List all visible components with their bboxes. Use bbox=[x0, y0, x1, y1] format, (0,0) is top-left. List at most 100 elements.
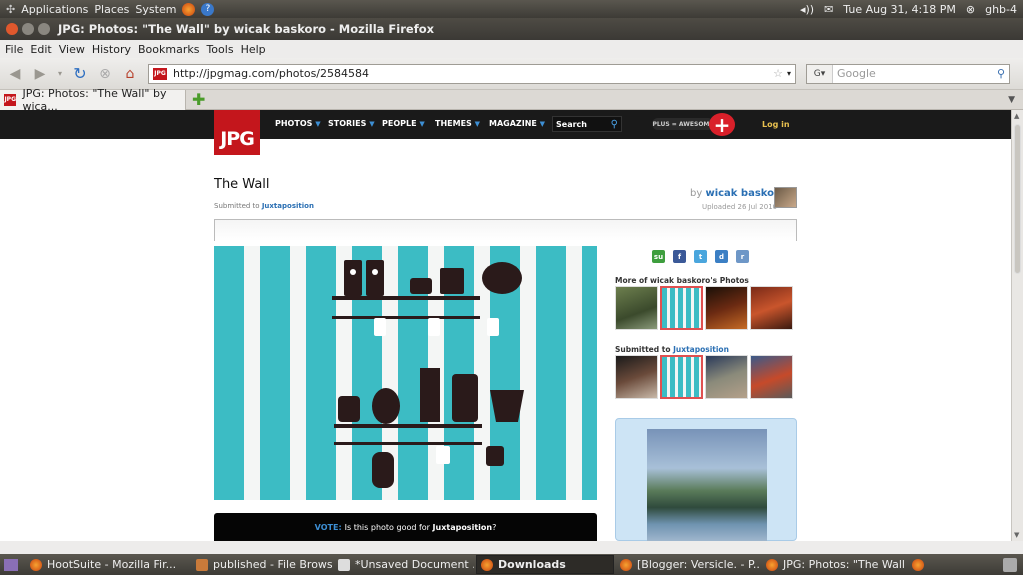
window-titlebar[interactable]: JPG: Photos: "The Wall" by wicak baskoro… bbox=[0, 18, 1023, 40]
delicious-icon[interactable]: d bbox=[715, 250, 728, 263]
gnome-foot-icon[interactable]: ✣ bbox=[6, 3, 15, 16]
taskbar-item-file-browser[interactable]: published - File Browser bbox=[192, 555, 332, 574]
bookmark-star-icon[interactable]: ☆ bbox=[773, 67, 783, 80]
menu-help[interactable]: Help bbox=[241, 43, 266, 56]
taskbar: HootSuite - Mozilla Fir... published - F… bbox=[0, 554, 1023, 575]
photo-thumbnail-current[interactable] bbox=[660, 355, 703, 399]
clock[interactable]: Tue Aug 31, 4:18 PM bbox=[843, 3, 956, 16]
stumbleupon-icon[interactable]: su bbox=[652, 250, 665, 263]
main-photo[interactable] bbox=[214, 246, 597, 500]
trash-icon[interactable] bbox=[1003, 557, 1017, 572]
tab-label: JPG: Photos: "The Wall" by wica... bbox=[22, 86, 167, 113]
firefox-icon bbox=[620, 558, 632, 571]
tab-jpg-photo[interactable]: JPG JPG: Photos: "The Wall" by wica... bbox=[0, 86, 186, 113]
url-dropdown-icon[interactable]: ▾ bbox=[787, 69, 791, 78]
photo-byline: by wicak baskoro bbox=[690, 188, 786, 199]
taskbar-item-jpg-photos[interactable]: JPG: Photos: "The Wall... bbox=[762, 555, 906, 574]
jpg-logo[interactable]: JPG bbox=[214, 110, 260, 155]
menu-history[interactable]: History bbox=[92, 43, 131, 56]
taskbar-item-downloads[interactable]: Downloads bbox=[476, 555, 614, 574]
top-panel: ✣ Applications Places System ? ◂)) ✉ Tue… bbox=[0, 0, 1023, 18]
navigation-toolbar: ◀ ▶ ▾ ↻ ⊗ ⌂ JPG http://jpgmag.com/photos… bbox=[0, 58, 1023, 90]
menu-bookmarks[interactable]: Bookmarks bbox=[138, 43, 199, 56]
scroll-thumb[interactable] bbox=[1014, 124, 1021, 274]
taskbar-item-hootsuite[interactable]: HootSuite - Mozilla Fir... bbox=[26, 555, 190, 574]
photo-toolbar bbox=[214, 219, 797, 241]
more-photos-heading: More of wicak baskoro's Photos bbox=[615, 276, 749, 285]
taskbar-item-unsaved-document[interactable]: *Unsaved Document ... bbox=[334, 555, 474, 574]
nav-people[interactable]: PEOPLE ▼ bbox=[382, 119, 425, 128]
menu-applications[interactable]: Applications bbox=[21, 3, 88, 16]
history-dropdown-icon[interactable]: ▾ bbox=[55, 64, 65, 84]
taskbar-item-firefox[interactable] bbox=[908, 555, 934, 574]
submitted-heading: Submitted to Juxtaposition bbox=[615, 345, 729, 354]
page-scrollbar[interactable]: ▲ ▼ bbox=[1011, 110, 1023, 541]
upload-date: Uploaded 26 Jul 2010 bbox=[702, 203, 778, 211]
new-tab-icon[interactable]: ✚ bbox=[192, 90, 205, 109]
menu-bar: File Edit View History Bookmarks Tools H… bbox=[0, 40, 1023, 58]
menu-edit[interactable]: Edit bbox=[30, 43, 51, 56]
search-bar[interactable]: G▾ Google ⚲ bbox=[806, 63, 1010, 84]
url-bar[interactable]: JPG http://jpgmag.com/photos/2584584 ☆ ▾ bbox=[148, 63, 796, 84]
reddit-icon[interactable]: r bbox=[736, 250, 749, 263]
nav-stories[interactable]: STORIES ▼ bbox=[328, 119, 375, 128]
window-title: JPG: Photos: "The Wall" by wicak baskoro… bbox=[58, 22, 435, 36]
taskbar-item-blogger[interactable]: [Blogger: Versicle. - P... bbox=[616, 555, 760, 574]
folder-icon bbox=[196, 558, 208, 571]
minimize-window-button[interactable] bbox=[22, 23, 34, 35]
mail-icon[interactable]: ✉ bbox=[824, 3, 833, 16]
author-avatar[interactable] bbox=[774, 187, 797, 208]
close-window-button[interactable] bbox=[6, 23, 18, 35]
submitted-theme-sidebar-link[interactable]: Juxtaposition bbox=[673, 345, 729, 354]
facebook-icon[interactable]: f bbox=[673, 250, 686, 263]
search-input[interactable]: Google bbox=[833, 67, 997, 80]
help-launcher-icon[interactable]: ? bbox=[201, 2, 215, 16]
tab-list-icon[interactable]: ▼ bbox=[1008, 95, 1023, 105]
maximize-window-button[interactable] bbox=[38, 23, 50, 35]
firefox-launcher-icon[interactable] bbox=[182, 2, 196, 16]
featured-photo[interactable] bbox=[647, 429, 767, 541]
vote-label: VOTE: bbox=[314, 522, 342, 532]
scroll-down-icon[interactable]: ▼ bbox=[1014, 531, 1019, 539]
photo-thumbnail[interactable] bbox=[750, 286, 793, 330]
photo-thumbnail-current[interactable] bbox=[660, 286, 703, 330]
search-icon[interactable]: ⚲ bbox=[997, 67, 1005, 80]
photo-thumbnail[interactable] bbox=[705, 355, 748, 399]
back-icon[interactable]: ◀ bbox=[5, 64, 25, 84]
tab-favicon-icon: JPG bbox=[4, 93, 17, 106]
photo-thumbnail[interactable] bbox=[615, 286, 658, 330]
login-link[interactable]: Log in bbox=[762, 120, 790, 129]
google-engine-icon[interactable]: G▾ bbox=[807, 64, 833, 83]
nav-themes[interactable]: THEMES ▼ bbox=[435, 119, 480, 128]
site-search-icon[interactable]: ⚲ bbox=[611, 119, 618, 130]
reload-icon[interactable]: ↻ bbox=[70, 64, 90, 84]
menu-file[interactable]: File bbox=[5, 43, 23, 56]
power-icon[interactable]: ⊗ bbox=[966, 3, 975, 16]
main-photo-art bbox=[332, 260, 524, 488]
site-search-input[interactable]: Search ⚲ bbox=[552, 116, 622, 132]
menu-tools[interactable]: Tools bbox=[206, 43, 233, 56]
submitted-theme-link[interactable]: Juxtaposition bbox=[262, 202, 314, 210]
photo-thumbnail[interactable] bbox=[705, 286, 748, 330]
plus-awesome-badge[interactable]: PLUS = AWESOME bbox=[652, 118, 714, 130]
stop-icon[interactable]: ⊗ bbox=[95, 64, 115, 84]
menu-places[interactable]: Places bbox=[94, 3, 129, 16]
show-desktop-icon[interactable] bbox=[4, 558, 18, 571]
url-text[interactable]: http://jpgmag.com/photos/2584584 bbox=[173, 67, 773, 80]
scroll-up-icon[interactable]: ▲ bbox=[1014, 112, 1019, 120]
plus-icon[interactable]: + bbox=[709, 113, 735, 136]
user-name[interactable]: ghb-4 bbox=[985, 3, 1017, 16]
vote-bar[interactable]: VOTE: Is this photo good for Juxtapositi… bbox=[214, 513, 597, 541]
text-editor-icon bbox=[338, 558, 350, 571]
nav-magazine[interactable]: MAGAZINE ▼ bbox=[489, 119, 545, 128]
home-icon[interactable]: ⌂ bbox=[120, 64, 140, 84]
photo-thumbnail[interactable] bbox=[615, 355, 658, 399]
firefox-icon bbox=[481, 558, 493, 571]
photo-thumbnail[interactable] bbox=[750, 355, 793, 399]
volume-icon[interactable]: ◂)) bbox=[800, 3, 814, 16]
menu-system[interactable]: System bbox=[135, 3, 176, 16]
nav-photos[interactable]: PHOTOS ▼ bbox=[275, 119, 321, 128]
menu-view[interactable]: View bbox=[59, 43, 85, 56]
forward-icon[interactable]: ▶ bbox=[30, 64, 50, 84]
twitter-icon[interactable]: t bbox=[694, 250, 707, 263]
